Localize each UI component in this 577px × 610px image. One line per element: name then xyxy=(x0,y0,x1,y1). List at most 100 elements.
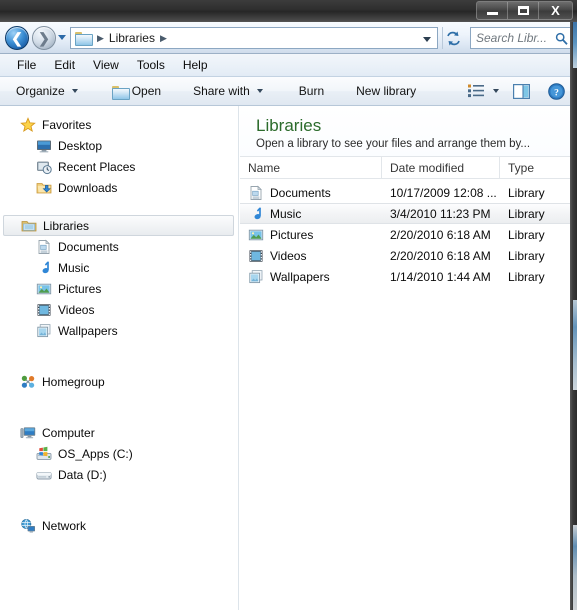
file-name-cell: Documents xyxy=(240,185,382,201)
wallpapers-library-icon xyxy=(248,269,264,285)
downloads-folder-icon xyxy=(36,180,52,196)
music-note-icon xyxy=(36,260,52,276)
organize-label: Organize xyxy=(16,84,65,98)
column-headers: Name Date modified Type xyxy=(240,156,577,179)
sidebar-item-downloads[interactable]: Downloads xyxy=(0,177,238,198)
file-list: Documents 10/17/2009 12:08 ... Library M… xyxy=(240,179,577,287)
homegroup-icon xyxy=(20,374,36,390)
library-folder-icon xyxy=(21,218,37,234)
sidebar-label: Pictures xyxy=(58,281,102,296)
minimize-icon xyxy=(486,12,498,15)
documents-library-icon xyxy=(36,239,52,255)
column-header-date-modified[interactable]: Date modified xyxy=(382,156,500,179)
search-icon[interactable] xyxy=(551,32,571,45)
breadcrumb-separator-icon: ▶ xyxy=(97,32,104,43)
desktop-icon xyxy=(36,138,52,154)
sidebar-item-computer[interactable]: Computer xyxy=(0,422,238,443)
nav-group-libraries: Libraries Documents Music Pictures Video… xyxy=(0,215,238,341)
sidebar-label: Favorites xyxy=(42,117,92,132)
menu-edit[interactable]: Edit xyxy=(45,56,84,74)
search-box[interactable] xyxy=(470,27,572,49)
nav-group-favorites: Favorites Desktop Recent Places Download… xyxy=(0,114,238,198)
table-row[interactable]: Pictures 2/20/2010 6:18 AM Library xyxy=(240,224,577,245)
table-row[interactable]: Videos 2/20/2010 6:18 AM Library xyxy=(240,245,577,266)
new-library-label: New library xyxy=(356,84,417,98)
sidebar-item-videos[interactable]: Videos xyxy=(0,299,238,320)
sidebar-item-data-drive[interactable]: Data (D:) xyxy=(0,464,238,485)
burn-button[interactable]: Burn xyxy=(291,80,332,102)
content-pane[interactable]: Libraries Open a library to see your fil… xyxy=(240,106,577,610)
address-dropdown-icon[interactable] xyxy=(423,37,431,42)
refresh-button[interactable] xyxy=(442,27,464,49)
file-date: 10/17/2009 12:08 ... xyxy=(390,185,497,200)
menu-help[interactable]: Help xyxy=(174,56,217,74)
share-with-button[interactable]: Share with xyxy=(185,80,271,102)
back-button[interactable]: ❮ xyxy=(5,26,29,50)
list-view-icon xyxy=(468,84,484,98)
table-row[interactable]: Documents 10/17/2009 12:08 ... Library xyxy=(240,182,577,203)
minimize-button[interactable] xyxy=(477,2,508,19)
window-controls: X xyxy=(476,1,573,20)
file-name: Videos xyxy=(270,248,307,263)
column-header-name[interactable]: Name xyxy=(240,156,382,179)
burn-label: Burn xyxy=(298,84,325,98)
table-row[interactable]: Wallpapers 1/14/2010 1:44 AM Library xyxy=(240,266,577,287)
close-button[interactable]: X xyxy=(539,2,572,19)
chevron-down-icon xyxy=(493,89,499,93)
aero-glass-edge xyxy=(573,300,577,390)
change-view-dropdown-button[interactable] xyxy=(488,80,505,102)
system-drive-icon xyxy=(36,446,52,462)
address-bar[interactable]: ▶ Libraries ▶ xyxy=(70,27,438,49)
aero-glass-edge xyxy=(573,525,577,610)
sidebar-label: Data (D:) xyxy=(58,467,107,482)
organize-button[interactable]: Organize xyxy=(8,80,86,102)
file-date: 1/14/2010 1:44 AM xyxy=(390,269,491,284)
sidebar-item-wallpapers[interactable]: Wallpapers xyxy=(0,320,238,341)
hard-drive-icon xyxy=(36,467,52,483)
preview-pane-button[interactable] xyxy=(505,80,538,102)
breadcrumb-libraries[interactable]: Libraries xyxy=(107,31,157,45)
change-view-button[interactable] xyxy=(464,80,488,102)
recent-pages-dropdown-icon[interactable] xyxy=(58,35,66,40)
page-subtitle: Open a library to see your files and arr… xyxy=(256,138,531,150)
search-input[interactable] xyxy=(471,31,551,45)
nav-group-spacer xyxy=(0,396,238,422)
open-button[interactable]: Open xyxy=(104,80,169,102)
sidebar-label: Wallpapers xyxy=(58,323,118,338)
file-date: 2/20/2010 6:18 AM xyxy=(390,248,491,263)
column-header-type[interactable]: Type xyxy=(500,156,577,179)
sidebar-item-libraries[interactable]: Libraries xyxy=(3,215,234,236)
menu-file[interactable]: File xyxy=(8,56,45,74)
sidebar-item-network[interactable]: Network xyxy=(0,515,238,536)
forward-button[interactable]: ❯ xyxy=(32,26,56,50)
sidebar-item-documents[interactable]: Documents xyxy=(0,236,238,257)
breadcrumb-separator-icon[interactable]: ▶ xyxy=(157,33,170,44)
sidebar-item-music[interactable]: Music xyxy=(0,257,238,278)
file-type: Library xyxy=(508,269,545,284)
file-name-cell: Wallpapers xyxy=(240,269,382,285)
command-toolbar: Organize Open Share with Burn New librar… xyxy=(0,77,577,106)
documents-library-icon xyxy=(248,185,264,201)
sidebar-item-recent-places[interactable]: Recent Places xyxy=(0,156,238,177)
table-row[interactable]: Music 3/4/2010 11:23 PM Library xyxy=(240,203,577,224)
network-icon xyxy=(20,518,36,534)
library-header: Libraries Open a library to see your fil… xyxy=(240,106,577,156)
menu-view[interactable]: View xyxy=(84,56,128,74)
title-bar: X xyxy=(0,0,577,22)
navigation-pane[interactable]: Favorites Desktop Recent Places Download… xyxy=(0,106,239,610)
menu-tools[interactable]: Tools xyxy=(128,56,174,74)
share-with-label: Share with xyxy=(193,84,250,98)
sidebar-item-favorites[interactable]: Favorites xyxy=(0,114,238,135)
new-library-button[interactable]: New library xyxy=(348,80,424,102)
sidebar-item-desktop[interactable]: Desktop xyxy=(0,135,238,156)
sidebar-item-homegroup[interactable]: Homegroup xyxy=(0,371,238,392)
maximize-button[interactable] xyxy=(508,2,539,19)
pictures-library-icon xyxy=(248,227,264,243)
sidebar-item-os-apps-drive[interactable]: OS_Apps (C:) xyxy=(0,443,238,464)
file-name-cell: Music xyxy=(240,206,382,222)
sidebar-label: Videos xyxy=(58,302,95,317)
sidebar-label: Desktop xyxy=(58,138,103,153)
sidebar-item-pictures[interactable]: Pictures xyxy=(0,278,238,299)
help-button[interactable]: ? xyxy=(538,80,571,102)
chevron-down-icon xyxy=(71,89,78,93)
